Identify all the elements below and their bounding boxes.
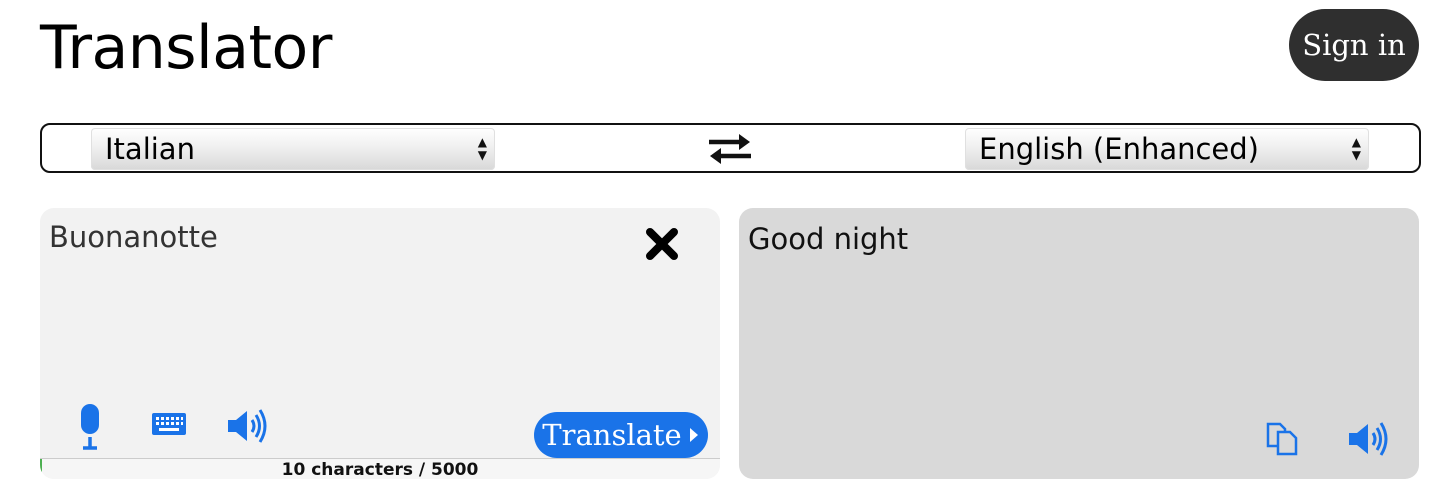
- target-language-label: English (Enhanced): [979, 132, 1259, 166]
- speaker-icon: [228, 409, 267, 443]
- source-text-input[interactable]: Buonanotte: [49, 220, 218, 254]
- copy-icon: [1266, 422, 1298, 456]
- microphone-icon: [81, 404, 99, 450]
- source-language-label: Italian: [105, 132, 195, 166]
- caret-right-icon: [689, 428, 698, 442]
- microphone-button[interactable]: [72, 402, 108, 452]
- character-counter: 10 characters / 5000: [40, 458, 720, 479]
- speaker-icon: [1349, 422, 1388, 456]
- clear-button[interactable]: [640, 222, 684, 266]
- keyboard-button[interactable]: [150, 410, 188, 438]
- result-panel: Good night: [739, 208, 1419, 479]
- source-language-select[interactable]: Italian ▲ ▼: [91, 128, 495, 170]
- language-bar: Italian ▲ ▼ English (Enhanced) ▲ ▼: [40, 123, 1421, 173]
- select-arrows-icon: ▲ ▼: [1351, 135, 1361, 162]
- speak-source-button[interactable]: [224, 404, 270, 448]
- result-text: Good night: [748, 222, 909, 256]
- swap-languages-button[interactable]: [706, 129, 754, 169]
- speak-result-button[interactable]: [1345, 417, 1391, 461]
- page-title: Translator: [40, 13, 332, 83]
- source-panel: Buonanotte Translate 10 characters / 500…: [40, 208, 720, 479]
- sign-in-button[interactable]: Sign in: [1289, 9, 1419, 81]
- close-icon: [646, 228, 678, 260]
- counter-text: 10 characters / 5000: [281, 460, 479, 479]
- translate-button[interactable]: Translate: [534, 412, 708, 458]
- swap-icon: [709, 134, 751, 164]
- translate-label: Translate: [542, 418, 682, 452]
- copy-button[interactable]: [1263, 420, 1301, 458]
- select-arrows-icon: ▲ ▼: [477, 135, 487, 162]
- keyboard-icon: [152, 413, 186, 435]
- target-language-select[interactable]: English (Enhanced) ▲ ▼: [965, 128, 1369, 170]
